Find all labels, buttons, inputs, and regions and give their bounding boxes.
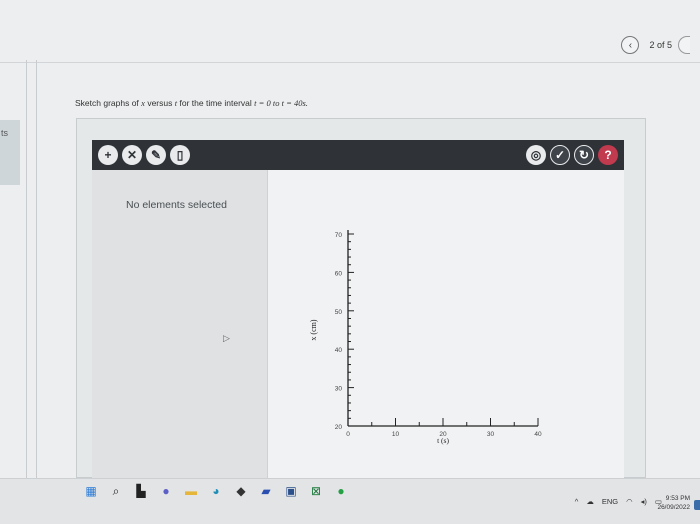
cursor-icon: ▷ <box>223 333 230 343</box>
y-tick-label: 30 <box>335 386 343 393</box>
graph-toolbar: + ✕ ✎ ▯ ◎ ✓ ↻ ? <box>92 140 624 170</box>
var-t: t <box>174 98 178 108</box>
divider <box>0 62 700 63</box>
sidebar-tab[interactable]: ts <box>0 120 20 185</box>
graph-area[interactable]: 20 30 40 50 60 70 0 10 20 30 40 x (cm) t (s) <box>267 170 624 478</box>
graph-svg: 203040506070 0 10 20 30 40 x (cm) t (s) <box>309 230 542 445</box>
x-tick-label: 30 <box>487 431 495 438</box>
add-icon[interactable]: + <box>98 145 118 165</box>
divider <box>36 60 37 478</box>
question-part: versus <box>147 98 173 108</box>
check-icon[interactable]: ✓ <box>550 145 570 165</box>
wifi-icon[interactable]: ◠ <box>626 497 633 506</box>
edge-icon[interactable]: ◕ <box>209 484 223 498</box>
edit-point-icon[interactable]: ✎ <box>146 145 166 165</box>
var-x: x <box>141 98 145 108</box>
selection-pane <box>92 170 267 478</box>
clock-date: 26/09/2022 <box>657 503 690 511</box>
next-button[interactable] <box>678 36 690 54</box>
whatsapp-icon[interactable]: ● <box>334 484 348 498</box>
hint-icon[interactable]: ◎ <box>526 145 546 165</box>
taskbar-icons: ▦ ⌕ ▙ ● ▬ ◕ ◆ ▰ ▣ ⊠ ● <box>84 484 348 499</box>
system-tray: ^ ☁ ENG ◠ ◂) ▭ <box>575 497 662 506</box>
question-part: for the time interval <box>179 98 252 108</box>
windows-icon[interactable]: ▦ <box>84 484 98 498</box>
trash-icon[interactable]: ▯ <box>170 145 190 165</box>
file-explorer-icon[interactable]: ▬ <box>184 484 198 498</box>
reset-icon[interactable]: ↻ <box>574 145 594 165</box>
y-tick-label: 60 <box>335 270 343 277</box>
y-tick-label: 20 <box>335 424 343 431</box>
question-text: Sketch graphs of x versus t for the time… <box>75 98 308 108</box>
volume-icon[interactable]: ◂) <box>641 497 647 506</box>
chevron-up-icon[interactable]: ^ <box>575 497 579 506</box>
y-axis-label: x (cm) <box>309 319 318 340</box>
chevron-left-icon[interactable]: ‹ <box>621 36 640 54</box>
taskview-icon[interactable]: ▙ <box>134 484 148 498</box>
y-tick-label: 70 <box>335 232 343 239</box>
clock[interactable]: 9:53 PM 26/09/2022 <box>657 495 690 513</box>
x-tick-label: 40 <box>534 431 542 438</box>
x-tick-label: 0 <box>346 431 350 438</box>
y-tick-label: 40 <box>335 347 343 354</box>
page-indicator: 2 of 5 <box>649 40 672 50</box>
chat-icon[interactable]: ● <box>159 484 173 498</box>
language-indicator[interactable]: ENG <box>602 497 618 506</box>
pager: ‹ 2 of 5 <box>621 36 690 54</box>
x-axis-label: t (s) <box>437 436 449 445</box>
interval: t = 0 to t = 40s. <box>254 98 308 108</box>
delete-point-icon[interactable]: ✕ <box>122 145 142 165</box>
app-icon-3[interactable]: ▣ <box>284 484 298 498</box>
selection-message: No elements selected <box>126 199 227 211</box>
search-icon[interactable]: ⌕ <box>109 484 123 498</box>
help-icon[interactable]: ? <box>598 145 618 165</box>
app-icon-2[interactable]: ▰ <box>259 484 273 498</box>
x-tick-label: 10 <box>392 431 400 438</box>
notification-indicator[interactable] <box>694 500 700 510</box>
app-icon[interactable]: ◆ <box>234 484 248 498</box>
sidebar-tab-label: ts <box>1 128 9 138</box>
app-icon-4[interactable]: ⊠ <box>309 484 323 498</box>
y-tick-label: 50 <box>335 309 343 316</box>
clock-time: 9:53 PM <box>665 495 690 502</box>
divider <box>26 60 27 478</box>
cloud-icon[interactable]: ☁ <box>586 497 594 506</box>
question-part: Sketch graphs of <box>75 98 139 108</box>
